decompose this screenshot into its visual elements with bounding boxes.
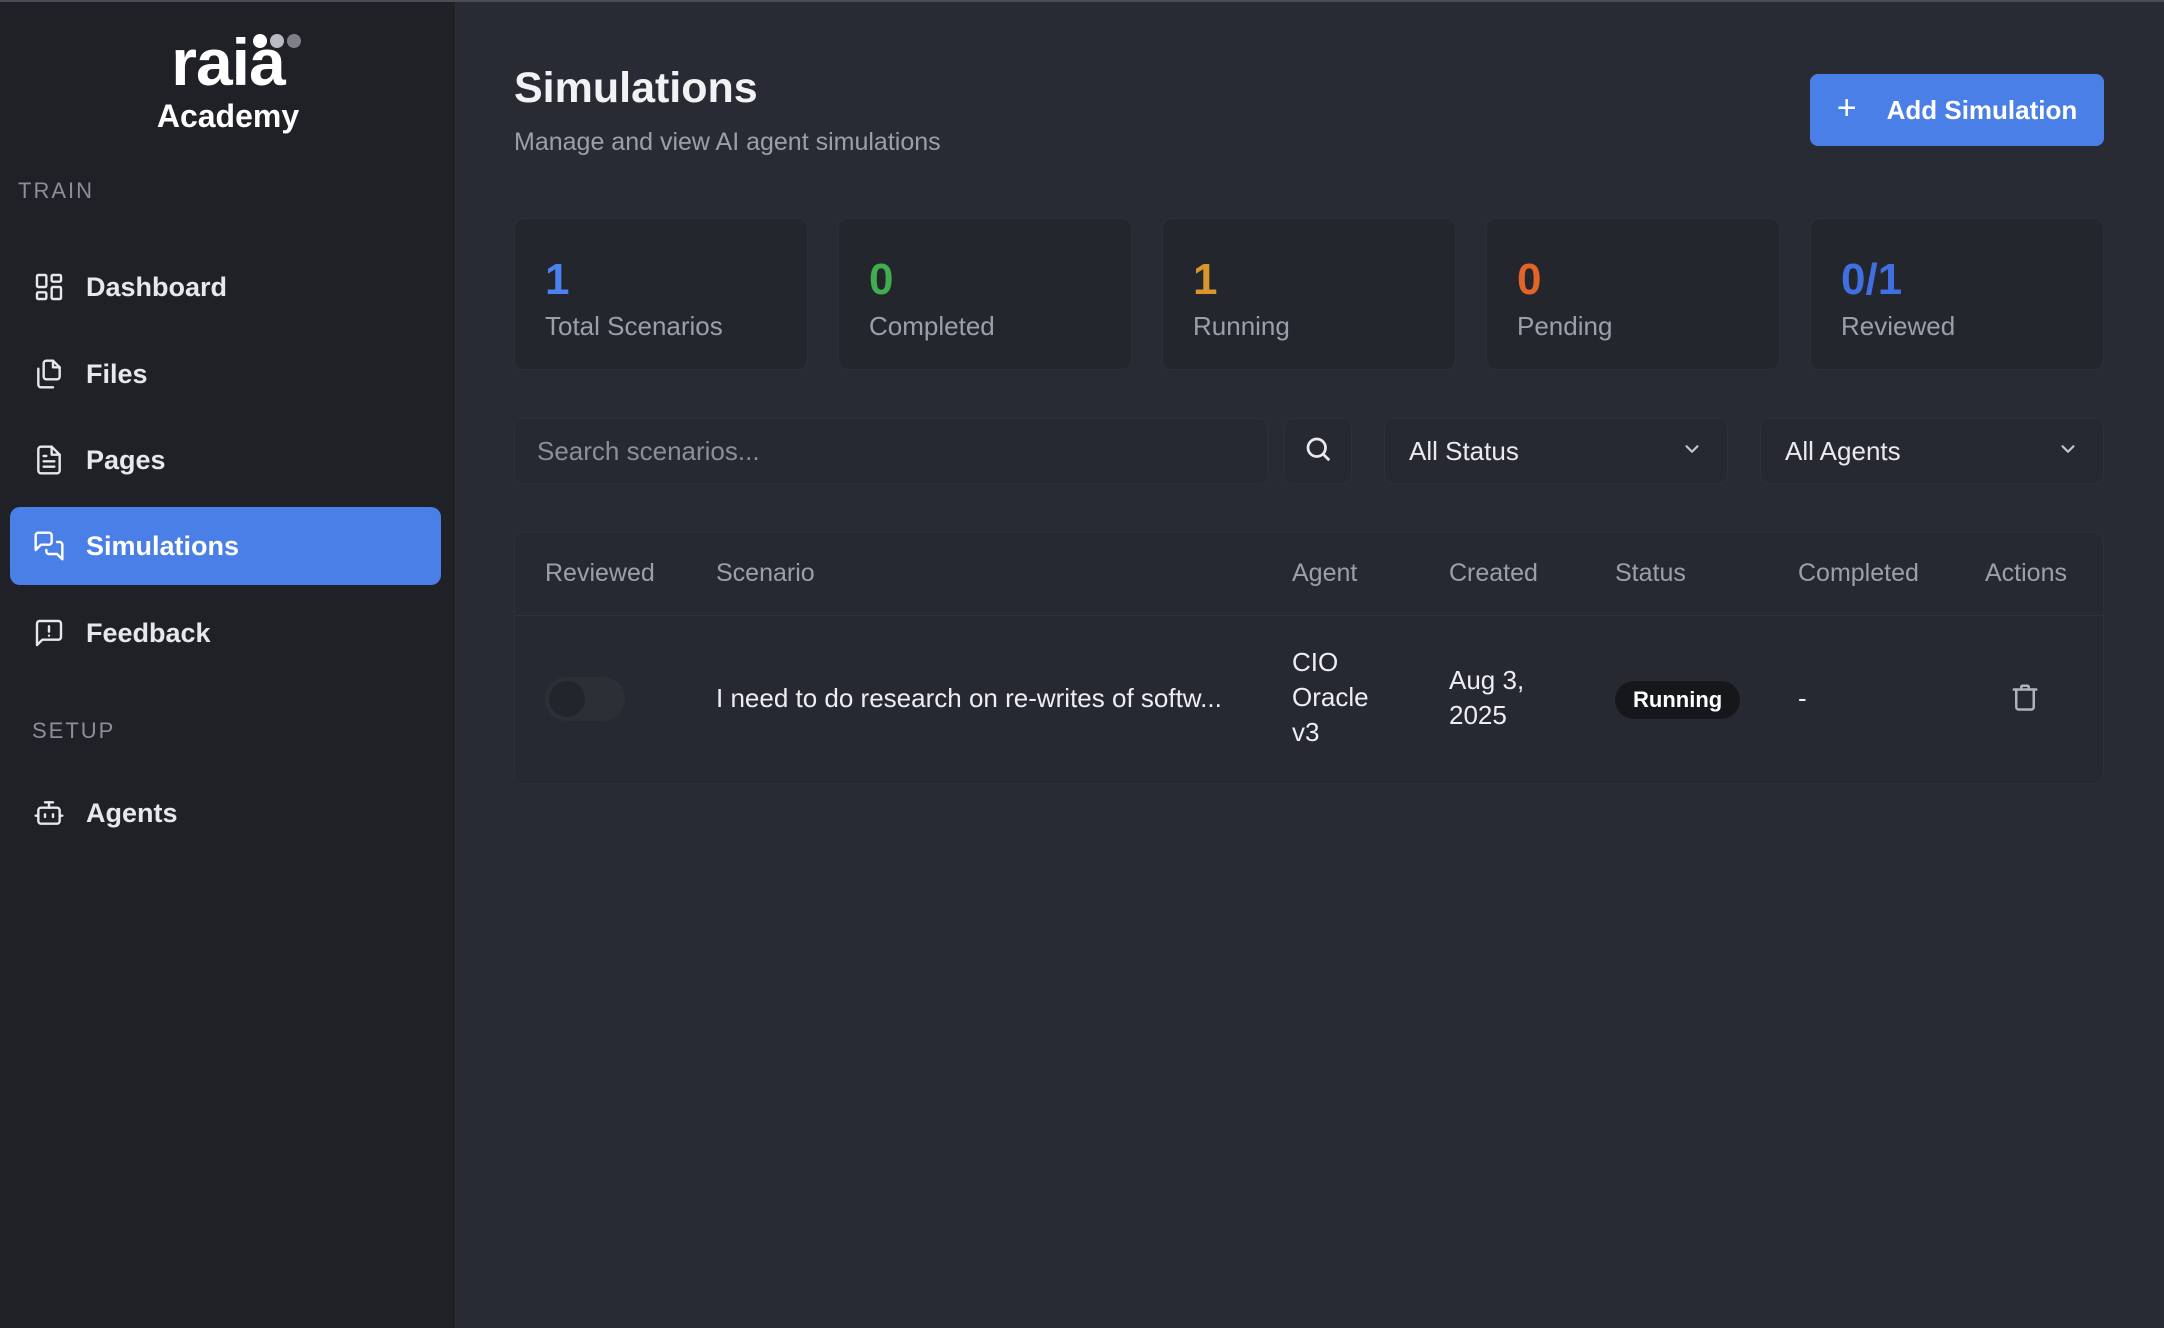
status-filter-value: All Status xyxy=(1409,435,1519,466)
brand[interactable]: raia Academy xyxy=(0,25,456,135)
stat-value: 0 xyxy=(869,255,894,304)
sidebar-item-label: Dashboard xyxy=(86,271,228,302)
reviewed-toggle[interactable] xyxy=(545,677,625,721)
header-divider xyxy=(515,615,2103,616)
stat-label: Reviewed xyxy=(1841,311,1956,341)
chat-bubbles-icon xyxy=(32,529,66,563)
section-label-train: TRAIN xyxy=(18,178,94,203)
delete-button[interactable] xyxy=(2007,681,2043,717)
sidebar-item-label: Simulations xyxy=(86,530,240,561)
stat-label: Pending xyxy=(1517,311,1613,341)
stat-card-pending: 0 Pending xyxy=(1486,218,1780,370)
status-badge: Running xyxy=(1615,681,1741,719)
sidebar-item-dashboard[interactable]: Dashboard xyxy=(10,248,441,326)
stat-card-running: 1 Running xyxy=(1162,218,1456,370)
robot-icon xyxy=(32,796,66,830)
page-subtitle: Manage and view AI agent simulations xyxy=(514,128,941,156)
document-icon xyxy=(32,443,66,477)
sidebar-item-feedback[interactable]: Feedback xyxy=(10,594,441,672)
created-cell: Aug 3, 2025 xyxy=(1449,663,1524,733)
trash-icon xyxy=(2010,682,2040,717)
stat-card-total-scenarios: 1 Total Scenarios xyxy=(514,218,808,370)
sidebar-item-label: Agents xyxy=(86,797,178,828)
completed-cell: - xyxy=(1798,683,1807,713)
sidebar-item-files[interactable]: Files xyxy=(10,335,441,413)
created-line: 2025 xyxy=(1449,700,1507,730)
brand-logo-text: raia xyxy=(171,25,285,99)
created-line: Aug 3, xyxy=(1449,665,1525,695)
page-title: Simulations xyxy=(514,64,758,112)
toggle-knob xyxy=(549,681,585,717)
stat-value: 0 xyxy=(1517,255,1542,304)
column-header-scenario[interactable]: Scenario xyxy=(716,559,815,588)
plus-icon: + xyxy=(1836,89,1857,127)
stat-card-completed: 0 Completed xyxy=(838,218,1132,370)
sidebar-item-agents[interactable]: Agents xyxy=(10,774,441,852)
column-header-created[interactable]: Created xyxy=(1449,559,1538,588)
agent-filter-select[interactable]: All Agents xyxy=(1760,418,2104,484)
brand-subtitle: Academy xyxy=(156,98,300,134)
add-simulation-label: Add Simulation xyxy=(1886,94,2078,125)
sidebar-item-label: Files xyxy=(86,358,148,389)
search-input[interactable] xyxy=(515,419,1267,483)
dashboard-grid-icon xyxy=(32,270,66,304)
chevron-down-icon xyxy=(1681,438,1703,465)
add-simulation-button[interactable]: + Add Simulation xyxy=(1810,74,2104,146)
column-header-actions: Actions xyxy=(1985,559,2067,587)
scenario-cell[interactable]: I need to do research on re-writes of so… xyxy=(716,681,1222,716)
agent-line: v3 xyxy=(1292,717,1320,747)
brand-logo: raia xyxy=(171,25,302,99)
stat-value: 1 xyxy=(1193,255,1218,304)
sidebar: raia Academy TRAIN Dashboard Files Pages… xyxy=(0,2,456,1328)
stat-label: Running xyxy=(1193,311,1290,341)
search-box xyxy=(514,418,1268,484)
agent-cell: CIO Oracle v3 xyxy=(1292,645,1369,750)
column-header-status[interactable]: Status xyxy=(1615,559,1686,588)
sidebar-item-label: Pages xyxy=(86,444,166,475)
agent-filter-value: All Agents xyxy=(1785,435,1901,466)
search-icon xyxy=(1303,434,1333,469)
feedback-icon xyxy=(32,616,66,650)
stat-card-reviewed: 0/1 Reviewed xyxy=(1810,218,2104,370)
agent-line: Oracle xyxy=(1292,682,1369,712)
column-header-agent[interactable]: Agent xyxy=(1292,559,1357,588)
chevron-down-icon xyxy=(2057,438,2079,465)
stat-value: 1 xyxy=(545,255,570,304)
sidebar-item-pages[interactable]: Pages xyxy=(10,421,441,499)
sidebar-item-simulations[interactable]: Simulations xyxy=(10,507,441,585)
stat-label: Completed xyxy=(869,311,995,341)
simulations-table: Reviewed Scenario Agent Created Status C… xyxy=(514,532,2104,784)
files-icon xyxy=(32,357,66,391)
section-label-setup: SETUP xyxy=(32,718,116,743)
column-header-reviewed[interactable]: Reviewed xyxy=(545,559,655,588)
column-header-completed[interactable]: Completed xyxy=(1798,559,1919,588)
agent-line: CIO xyxy=(1292,647,1339,677)
search-button[interactable] xyxy=(1284,418,1352,484)
app-window: raia Academy TRAIN Dashboard Files Pages… xyxy=(0,0,2164,1328)
sidebar-item-label: Feedback xyxy=(86,617,211,648)
stat-value: 0/1 xyxy=(1841,255,1903,304)
stat-label: Total Scenarios xyxy=(545,311,723,341)
status-filter-select[interactable]: All Status xyxy=(1384,418,1728,484)
